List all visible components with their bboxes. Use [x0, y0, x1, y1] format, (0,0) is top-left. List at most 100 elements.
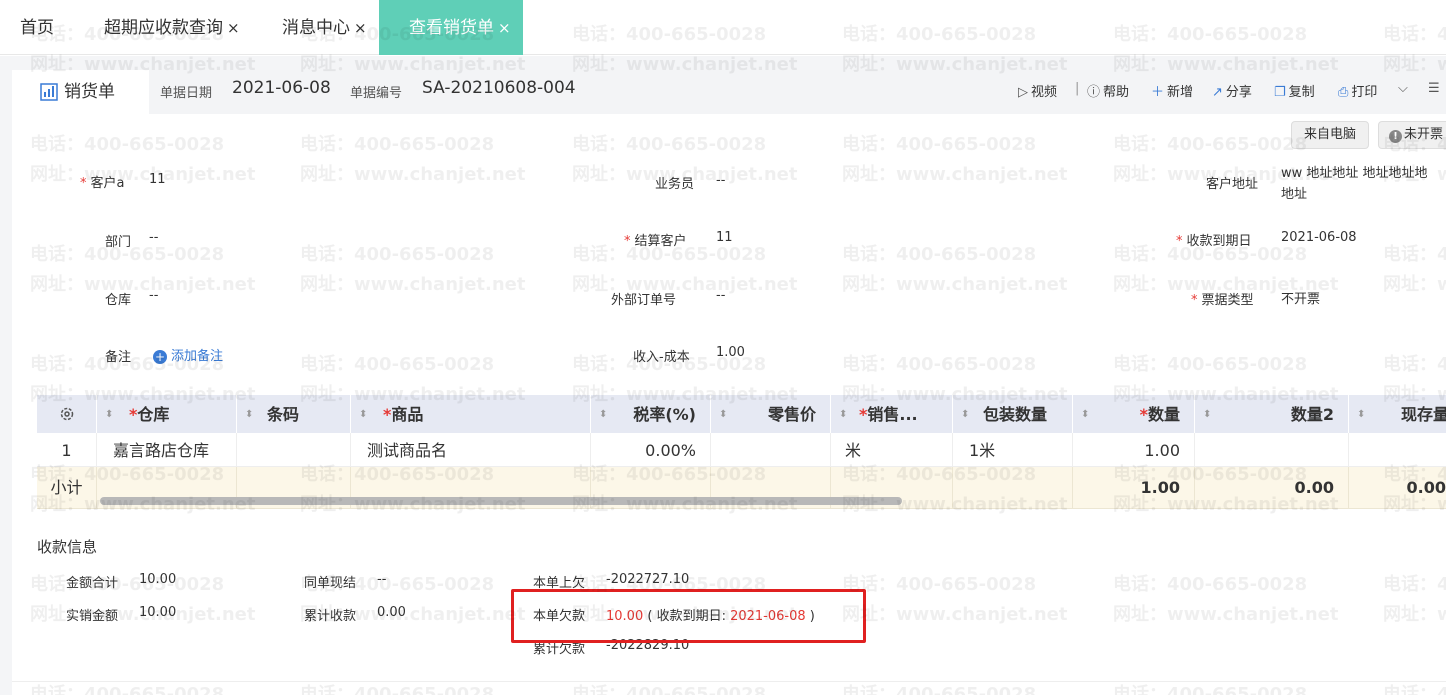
more-menu[interactable]: ☰ — [1428, 81, 1440, 96]
col-product[interactable]: ⬍ *商品 — [351, 395, 591, 433]
add-note-button[interactable]: + 添加备注 — [153, 345, 223, 364]
cell-qty[interactable]: 1.00 — [1073, 433, 1195, 467]
top-tab-bar: 首页 超期应收款查询 × 消息中心 × 查看销货单 × — [0, 0, 1446, 55]
tab-label: 消息中心 — [282, 18, 350, 38]
sort-icon[interactable]: ⬍ — [245, 395, 253, 433]
address-value-line2[interactable]: 地址 — [1281, 183, 1307, 202]
doc-date-label: 单据日期 — [160, 86, 213, 101]
col-qty[interactable]: ⬍ *数量 — [1073, 395, 1195, 433]
total-amount-value: 10.00 — [139, 572, 177, 587]
plus-icon: ＋ — [1151, 85, 1165, 100]
ext-order-value[interactable]: -- — [716, 288, 725, 303]
dept-value[interactable]: -- — [149, 230, 158, 245]
cell-barcode[interactable] — [237, 433, 351, 467]
toolbar-separator: | — [1075, 81, 1080, 96]
table-header-row: ⬍ *仓库 ⬍ 条码 ⬍ *商品 ⬍ 税率(%) ⬍ 零售价 ⬍ *销售... ⬍ 包装数量 … — [37, 395, 1446, 433]
sort-icon[interactable]: ⬍ — [105, 395, 113, 433]
col-pack-qty[interactable]: ⬍ 包装数量 — [953, 395, 1073, 433]
sort-icon[interactable]: ⬍ — [719, 395, 727, 433]
cell-sales-unit[interactable]: 米 — [831, 433, 953, 467]
printer-icon: ⎙ — [1338, 85, 1349, 100]
customer-value[interactable]: 11 — [149, 172, 166, 187]
warehouse-label: 仓库 — [105, 293, 132, 308]
copy-icon: ❐ — [1274, 85, 1286, 100]
tab-label: 超期应收款查询 — [104, 18, 223, 38]
play-icon: ▷ — [1018, 85, 1028, 100]
col-tax-rate[interactable]: ⬍ 税率(%) — [591, 395, 711, 433]
salesman-label: 业务员 — [655, 177, 695, 192]
same-settle-value: -- — [377, 572, 387, 587]
close-icon[interactable]: × — [354, 19, 367, 37]
subtotal-stock: 0.00 — [1406, 478, 1446, 497]
note-label: 备注 — [105, 350, 132, 365]
warehouse-value[interactable]: -- — [149, 288, 158, 303]
settle-customer-value[interactable]: 11 — [716, 230, 733, 245]
column-settings[interactable] — [37, 395, 97, 433]
close-icon[interactable]: × — [227, 19, 240, 37]
add-button[interactable]: ＋新增 — [1151, 81, 1193, 100]
print-button[interactable]: ⎙ 打印 — [1338, 81, 1377, 100]
customer-label: * 客户a — [80, 176, 125, 191]
video-button[interactable]: ▷ 视频 — [1018, 81, 1057, 100]
settle-customer-label: * 结算客户 — [624, 234, 687, 249]
subtotal-qty2: 0.00 — [1195, 467, 1349, 509]
cell-pack-qty[interactable]: 1米 — [953, 433, 1073, 467]
cell-warehouse[interactable]: 嘉言路店仓库 — [97, 433, 237, 467]
close-icon[interactable]: × — [498, 19, 511, 37]
invoice-type-value[interactable]: 不开票 — [1281, 288, 1320, 307]
sort-icon[interactable]: ⬍ — [599, 395, 607, 433]
col-barcode[interactable]: ⬍ 条码 — [237, 395, 351, 433]
actual-amount-value: 10.00 — [139, 605, 177, 620]
col-stock[interactable]: ⬍ 现存量 — [1349, 395, 1446, 433]
income-cost-value: 1.00 — [716, 345, 745, 360]
sort-icon[interactable]: ⬍ — [839, 395, 847, 433]
table-horizontal-scrollbar[interactable] — [100, 497, 902, 505]
address-value-line1[interactable]: ww 地址地址 地址地址地 — [1281, 162, 1428, 181]
col-sales-unit[interactable]: ⬍ *销售... — [831, 395, 953, 433]
previous-owed-value: -2022727.10 — [606, 572, 690, 587]
tab-home[interactable]: 首页 — [20, 0, 54, 55]
sort-icon[interactable]: ⬍ — [1357, 395, 1365, 433]
tab-overdue-receivables[interactable]: 超期应收款查询 × — [104, 0, 240, 55]
chart-icon — [40, 83, 58, 101]
salesman-value[interactable]: -- — [716, 173, 725, 188]
address-label: 客户地址 — [1206, 177, 1259, 192]
col-qty2[interactable]: ⬍ 数量2 — [1195, 395, 1349, 433]
doc-date-value: 2021-06-08 — [232, 78, 331, 98]
product-table: ⬍ *仓库 ⬍ 条码 ⬍ *商品 ⬍ 税率(%) ⬍ 零售价 ⬍ *销售... ⬍ 包装数量 … — [37, 395, 1446, 509]
doc-type-tab[interactable]: 销货单 — [12, 70, 149, 114]
same-settle-label: 同单现结 — [304, 576, 357, 591]
table-row[interactable]: 1 嘉言路店仓库 测试商品名 0.00% 米 1米 1.00 — [37, 433, 1446, 467]
print-dropdown[interactable]: ⌵ — [1398, 81, 1408, 96]
dept-label: 部门 — [105, 235, 132, 250]
info-icon: ! — [1389, 130, 1402, 143]
invoice-status-badge: ! 未开票 — [1378, 121, 1446, 149]
subtotal-qty: 1.00 — [1073, 467, 1195, 509]
sort-icon[interactable]: ⬍ — [1203, 395, 1211, 433]
sort-icon[interactable]: ⬍ — [961, 395, 969, 433]
total-amount-label: 金额合计 — [66, 576, 119, 591]
due-date-label: * 收款到期日 — [1176, 234, 1252, 249]
tab-message-center[interactable]: 消息中心 × — [282, 0, 367, 55]
cell-product[interactable]: 测试商品名 — [351, 433, 591, 467]
sort-icon[interactable]: ⬍ — [359, 395, 367, 433]
source-badge: 来自电脑 — [1291, 121, 1370, 149]
help-button[interactable]: ⓘ 帮助 — [1087, 81, 1129, 100]
cell-retail-price[interactable] — [711, 433, 831, 467]
copy-button[interactable]: ❐ 复制 — [1274, 81, 1315, 100]
cumulative-received-value: 0.00 — [377, 605, 406, 620]
sort-icon[interactable]: ⬍ — [1081, 395, 1089, 433]
share-icon: ↗ — [1212, 85, 1223, 100]
cell-qty2[interactable] — [1195, 433, 1349, 467]
col-warehouse[interactable]: ⬍ *仓库 — [97, 395, 237, 433]
ext-order-label: 外部订单号 — [611, 293, 677, 308]
cell-tax-rate[interactable]: 0.00% — [591, 433, 711, 467]
due-date-value[interactable]: 2021-06-08 — [1281, 230, 1357, 245]
income-cost-label: 收入-成本 — [633, 350, 690, 365]
chevron-down-icon: ⌵ — [1398, 81, 1408, 96]
col-retail-price[interactable]: ⬍ 零售价 — [711, 395, 831, 433]
tab-view-sales-order[interactable]: 查看销货单 × — [379, 0, 523, 55]
share-button[interactable]: ↗ 分享 — [1212, 81, 1252, 100]
plus-circle-icon: + — [153, 350, 167, 364]
subtotal-cell — [953, 467, 1073, 509]
